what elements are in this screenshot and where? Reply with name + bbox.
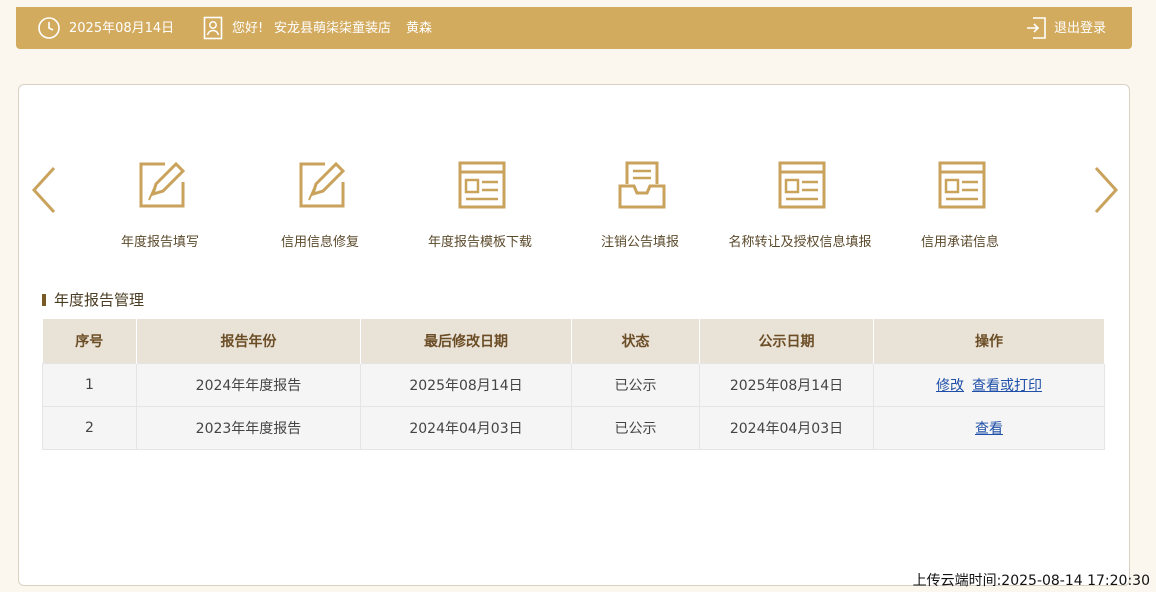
logout-icon[interactable] [1025, 16, 1047, 44]
edit-icon [139, 161, 186, 208]
user-name: 黄森 [406, 21, 433, 36]
cell-status: 已公示 [571, 362, 700, 406]
column-header: 公示日期 [699, 319, 874, 363]
cell-index: 1 [42, 362, 137, 406]
menu-tile-template-download[interactable]: 年度报告模板下载 [395, 155, 565, 255]
annual-report-table: 序号 报告年份 最后修改日期 状态 公示日期 操作 1 2024年年度报告 20… [42, 319, 1105, 450]
carousel-next-arrow[interactable] [1091, 165, 1121, 219]
logout-link[interactable]: 退出登录 [1054, 21, 1106, 37]
cell-report-year: 2023年年度报告 [136, 405, 361, 450]
main-panel: 年度报告填写 信用信息修复 年度报告模板下载 注销公告填报 名称转让及授权信息填… [18, 84, 1130, 586]
table-header-row: 序号 报告年份 最后修改日期 状态 公示日期 操作 [42, 319, 1105, 363]
menu-tile-credit-repair[interactable]: 信用信息修复 [235, 155, 405, 255]
clock-icon [37, 16, 61, 44]
shop-name: 安龙县萌柒柒童装店 [274, 21, 392, 36]
table-row: 2 2023年年度报告 2024年04月03日 已公示 2024年04月03日 … [42, 405, 1105, 450]
edit-icon [299, 161, 346, 208]
greeting: 您好! [232, 21, 264, 36]
cell-report-year: 2024年年度报告 [136, 362, 361, 406]
cell-publish-date: 2024年04月03日 [699, 405, 874, 450]
menu-tile-label: 注销公告填报 [600, 235, 679, 250]
menu-tile-label: 年度报告填写 [120, 235, 199, 250]
menu-tile-credit-commitment[interactable]: 信用承诺信息 [875, 155, 1045, 255]
top-bar: 2025年08月14日 您好! 安龙县萌柒柒童装店 黄森 退出登录 [16, 7, 1132, 49]
view-or-print-link[interactable]: 查看或打印 [972, 378, 1042, 394]
menu-tile-label: 名称转让及授权信息填报 [728, 235, 872, 250]
edit-link[interactable]: 修改 [936, 378, 964, 394]
cell-actions: 查看 [873, 405, 1105, 450]
document-icon [458, 161, 506, 209]
section-marker [42, 294, 46, 306]
column-header: 序号 [42, 319, 137, 363]
menu-tile-annual-report-fill[interactable]: 年度报告填写 [75, 155, 245, 255]
inbox-icon [618, 161, 666, 209]
column-header: 状态 [571, 319, 700, 363]
document-icon [778, 161, 826, 209]
cell-modified-date: 2025年08月14日 [360, 362, 572, 406]
table-row: 1 2024年年度报告 2025年08月14日 已公示 2025年08月14日 … [42, 362, 1105, 406]
section-title-text: 年度报告管理 [54, 291, 145, 309]
menu-tile-label: 信用信息修复 [280, 235, 359, 250]
column-header: 最后修改日期 [360, 319, 572, 363]
user-card-icon [203, 16, 223, 44]
section-title: 年度报告管理 [42, 289, 144, 310]
cell-index: 2 [42, 405, 137, 450]
menu-tile-cancellation-notice[interactable]: 注销公告填报 [555, 155, 725, 255]
view-link[interactable]: 查看 [975, 421, 1003, 437]
column-header: 操作 [873, 319, 1105, 363]
menu-tile-label: 年度报告模板下载 [427, 235, 532, 250]
cell-status: 已公示 [571, 405, 700, 450]
menu-tile-label: 信用承诺信息 [920, 235, 999, 250]
cell-modified-date: 2024年04月03日 [360, 405, 572, 450]
column-header: 报告年份 [136, 319, 361, 363]
cell-publish-date: 2025年08月14日 [699, 362, 874, 406]
upload-time-stamp: 上传云端时间:2025-08-14 17:20:30 [912, 573, 1150, 589]
menu-tile-name-transfer[interactable]: 名称转让及授权信息填报 [715, 155, 885, 255]
current-date: 2025年08月14日 [69, 21, 175, 36]
carousel-prev-arrow[interactable] [29, 165, 59, 219]
cell-actions: 修改 查看或打印 [873, 362, 1105, 406]
document-icon [938, 161, 986, 209]
